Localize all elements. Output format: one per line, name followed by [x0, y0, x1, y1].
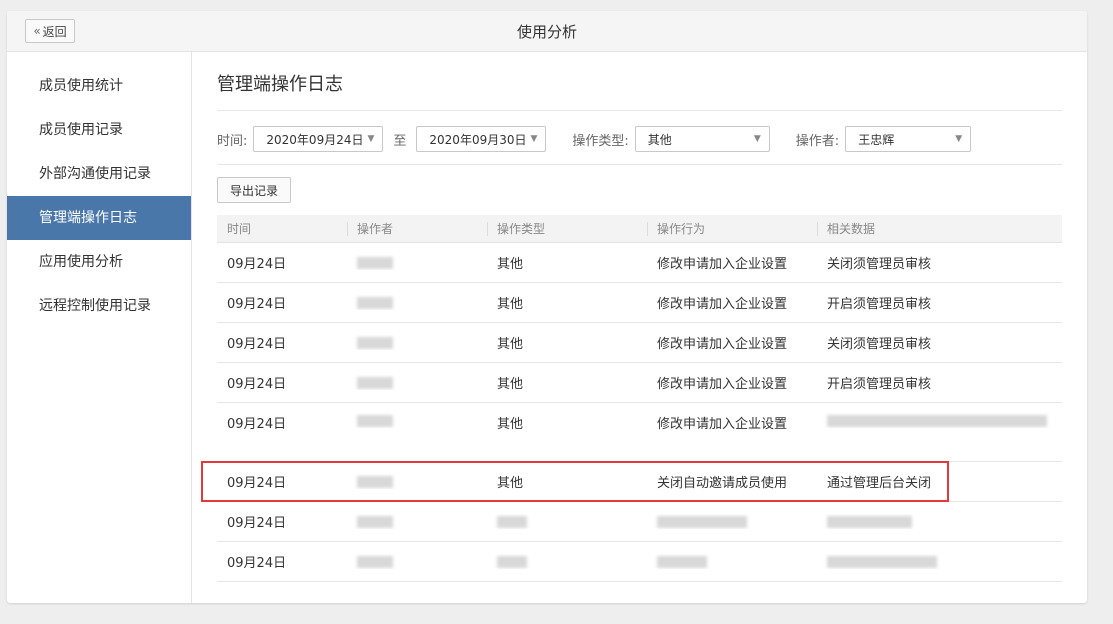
table-row[interactable]: 09月24日 其他 修改申请加入企业设置 关闭须管理员审核 — [217, 243, 1062, 283]
sidebar-item-app-analysis[interactable]: 应用使用分析 — [7, 240, 191, 284]
page-title: 使用分析 — [516, 23, 577, 41]
caret-down-icon: ▼ — [530, 134, 538, 144]
table-row[interactable]: 09月24日 其他 修改申请加入企业设置 关闭须管理员审核 — [217, 323, 1062, 363]
table-header: 时间 操作者 操作类型 操作行为 相关数据 — [217, 215, 1062, 243]
table-row[interactable]: 09月24日 — [217, 542, 1062, 582]
cell-action: 修改申请加入企业设置 — [657, 257, 788, 272]
caret-down-icon: ▼ — [753, 134, 761, 144]
end-date-value: 2020年09月30日 — [429, 132, 527, 147]
table-row[interactable]: 09月24日 其他 修改申请加入企业设置 — [217, 403, 1062, 462]
caret-down-icon: ▼ — [367, 134, 375, 144]
cell-action: 修改申请加入企业设置 — [657, 417, 788, 432]
cell-time: 09月24日 — [227, 257, 287, 272]
operator-select[interactable]: 王忠辉 ▼ — [845, 126, 972, 152]
type-value: 其他 — [647, 132, 672, 147]
column-header-action[interactable]: 操作行为 — [647, 215, 817, 243]
cell-type: 其他 — [497, 337, 524, 352]
cell-operator-redacted — [347, 375, 487, 390]
export-button[interactable]: 导出记录 — [217, 177, 291, 203]
cell-type: 其他 — [497, 417, 524, 432]
sidebar-item-remote-control[interactable]: 远程控制使用记录 — [7, 284, 191, 328]
cell-type-redacted — [487, 514, 647, 529]
cell-time: 09月24日 — [227, 417, 287, 432]
app-window: « 返回 使用分析 成员使用统计 成员使用记录 外部沟通使用记录 管理端操作日志… — [7, 11, 1087, 603]
sidebar: 成员使用统计 成员使用记录 外部沟通使用记录 管理端操作日志 应用使用分析 远程… — [7, 52, 192, 603]
section-title: 管理端操作日志 — [217, 74, 343, 95]
sidebar-item-member-stats[interactable]: 成员使用统计 — [7, 64, 191, 108]
cell-type-redacted — [487, 554, 647, 569]
cell-type: 其他 — [497, 257, 524, 272]
main-content: 管理端操作日志 时间: 2020年09月24日 ▼ 至 2020年09月30日 … — [217, 52, 1062, 603]
column-header-type[interactable]: 操作类型 — [487, 215, 647, 243]
top-bar: « 返回 使用分析 — [7, 11, 1087, 52]
table-row[interactable]: 09月24日 — [217, 502, 1062, 542]
cell-operator-redacted — [347, 295, 487, 310]
cell-operator-redacted — [347, 413, 487, 428]
cell-operator-redacted — [347, 255, 487, 270]
cell-time: 09月24日 — [227, 337, 287, 352]
operator-label: 操作者: — [795, 133, 840, 149]
cell-data: 关闭须管理员审核 — [827, 257, 932, 272]
cell-data: 开启须管理员审核 — [827, 297, 932, 312]
start-date-select[interactable]: 2020年09月24日 ▼ — [253, 126, 384, 152]
filter-bar: 时间: 2020年09月24日 ▼ 至 2020年09月30日 ▼ 操作类型: … — [217, 126, 1062, 152]
cell-time: 09月24日 — [227, 556, 287, 571]
cell-time: 09月24日 — [227, 377, 287, 392]
sidebar-item-member-records[interactable]: 成员使用记录 — [7, 108, 191, 152]
type-select[interactable]: 其他 ▼ — [634, 126, 770, 152]
time-label: 时间: — [217, 133, 248, 149]
cell-action: 修改申请加入企业设置 — [657, 377, 788, 392]
cell-operator-redacted — [347, 554, 487, 569]
cell-time: 09月24日 — [227, 516, 287, 531]
operator-value: 王忠辉 — [858, 132, 895, 147]
divider — [217, 164, 1062, 165]
cell-operator-redacted — [347, 514, 487, 529]
cell-type: 其他 — [497, 297, 524, 312]
log-table: 时间 操作者 操作类型 操作行为 相关数据 09月24日 其他 修改申请加入企业… — [217, 215, 1062, 582]
cell-action-redacted — [647, 514, 817, 529]
column-header-time[interactable]: 时间 — [217, 215, 347, 243]
cell-action: 修改申请加入企业设置 — [657, 297, 788, 312]
to-label: 至 — [393, 133, 407, 149]
caret-down-icon: ▼ — [955, 134, 963, 144]
cell-data-redacted — [817, 554, 1062, 569]
cell-operator-redacted — [347, 335, 487, 350]
table-row[interactable]: 09月24日 其他 修改申请加入企业设置 开启须管理员审核 — [217, 363, 1062, 403]
cell-data-redacted — [817, 413, 1062, 428]
divider — [217, 110, 1062, 111]
cell-action: 修改申请加入企业设置 — [657, 337, 788, 352]
table-row[interactable]: 09月24日 其他 修改申请加入企业设置 开启须管理员审核 — [217, 283, 1062, 323]
column-header-data[interactable]: 相关数据 — [817, 215, 1062, 243]
column-header-operator[interactable]: 操作者 — [347, 215, 487, 243]
cell-data: 开启须管理员审核 — [827, 377, 932, 392]
end-date-select[interactable]: 2020年09月30日 ▼ — [416, 126, 547, 152]
highlight-box — [201, 461, 949, 502]
type-label: 操作类型: — [572, 133, 629, 149]
cell-data: 关闭须管理员审核 — [827, 337, 932, 352]
cell-data-redacted — [817, 514, 1062, 529]
cell-time: 09月24日 — [227, 297, 287, 312]
cell-action-redacted — [647, 554, 817, 569]
sidebar-item-external-comm[interactable]: 外部沟通使用记录 — [7, 152, 191, 196]
cell-type: 其他 — [497, 377, 524, 392]
start-date-value: 2020年09月24日 — [266, 132, 364, 147]
sidebar-item-admin-log[interactable]: 管理端操作日志 — [7, 196, 191, 240]
